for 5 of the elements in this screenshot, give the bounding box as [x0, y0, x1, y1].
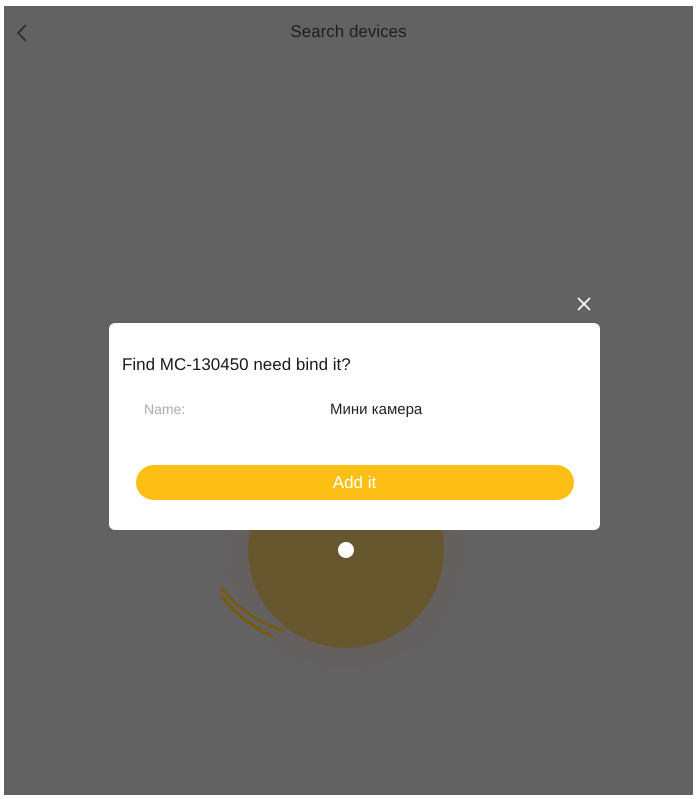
name-input[interactable]: Мини камера — [330, 400, 530, 418]
dialog-question: Find MC-130450 need bind it? — [122, 355, 352, 375]
close-icon[interactable] — [576, 296, 592, 312]
name-label: Name: — [144, 401, 186, 417]
page-title: Search devices — [290, 22, 407, 42]
